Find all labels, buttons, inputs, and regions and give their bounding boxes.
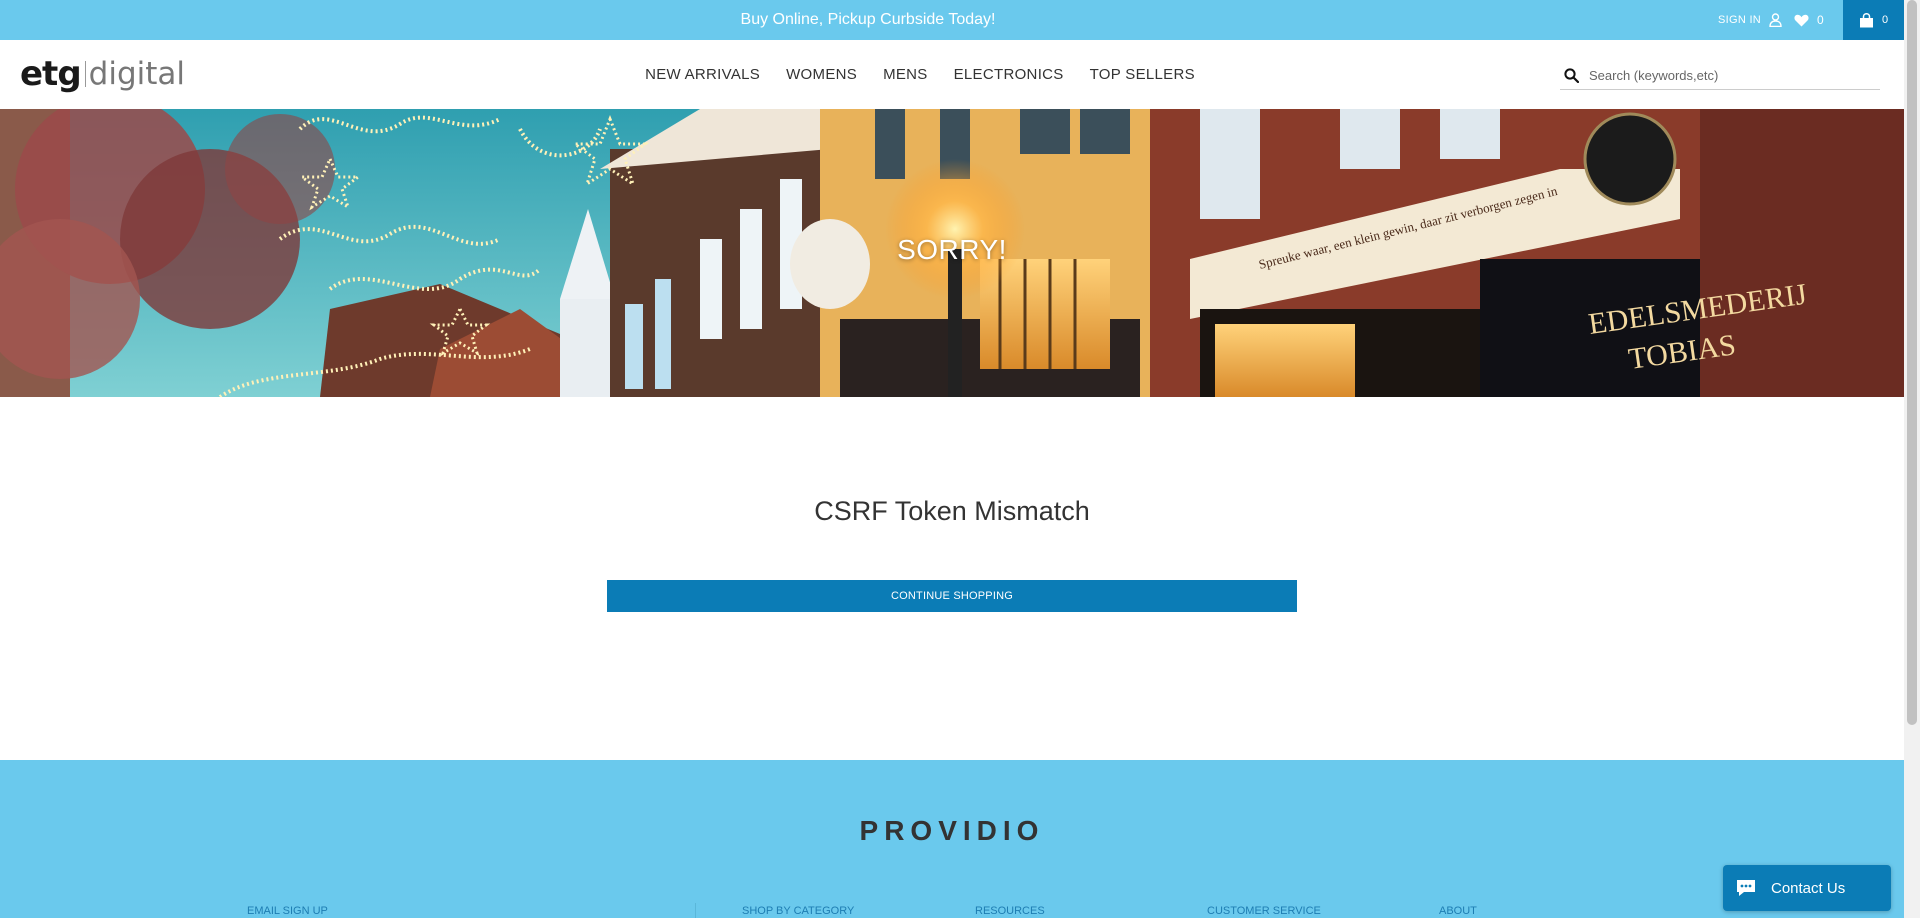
nav-electronics[interactable]: ELECTRONICS bbox=[954, 66, 1064, 83]
logo-mark: etg bbox=[20, 54, 82, 94]
logo-separator bbox=[84, 61, 86, 87]
continue-shopping-button[interactable]: CONTINUE SHOPPING bbox=[607, 580, 1297, 612]
search-input[interactable] bbox=[1589, 68, 1869, 83]
heart-icon bbox=[1794, 14, 1809, 26]
footer-col-email-signup[interactable]: EMAIL SIGN UP bbox=[247, 905, 328, 917]
footer-col-about[interactable]: ABOUT bbox=[1439, 905, 1477, 917]
nav-top-sellers[interactable]: TOP SELLERS bbox=[1090, 66, 1195, 83]
page-title: CSRF Token Mismatch bbox=[814, 496, 1090, 526]
site-logo[interactable]: etg digital bbox=[20, 52, 185, 96]
chat-label: Contact Us bbox=[1771, 879, 1846, 897]
footer-col-resources[interactable]: RESOURCES bbox=[975, 905, 1045, 917]
hero-title: SORRY! bbox=[897, 234, 1007, 265]
search-bar bbox=[1560, 62, 1880, 90]
shopping-bag-icon bbox=[1859, 12, 1873, 27]
contact-us-chat-button[interactable]: Contact Us bbox=[1723, 865, 1891, 911]
footer-brand: PROVIDIO bbox=[859, 815, 1045, 846]
nav-mens[interactable]: MENS bbox=[883, 66, 928, 83]
sign-in-label: SIGN IN bbox=[1718, 14, 1762, 26]
promo-text: Buy Online, Pickup Curbside Today! bbox=[740, 11, 996, 28]
nav-womens[interactable]: WOMENS bbox=[786, 66, 857, 83]
footer-col-customer-service[interactable]: CUSTOMER SERVICE bbox=[1207, 905, 1321, 917]
wishlist-count: 0 bbox=[1817, 13, 1824, 27]
announcement-bar: Buy Online, Pickup Curbside Today! SIGN … bbox=[0, 0, 1904, 40]
cart-button[interactable]: 0 bbox=[1843, 0, 1904, 40]
wishlist-link[interactable]: 0 bbox=[1794, 0, 1824, 40]
footer-divider bbox=[695, 903, 696, 918]
hero-banner: EDELSMEDERIJ TOBIAS Spreuke waar, een kl… bbox=[0, 109, 1904, 397]
nav-new-arrivals[interactable]: NEW ARRIVALS bbox=[645, 66, 760, 83]
scrollbar-thumb[interactable] bbox=[1907, 0, 1917, 725]
cart-count: 0 bbox=[1881, 14, 1889, 26]
footer-col-shop-by-category[interactable]: SHOP BY CATEGORY bbox=[742, 905, 854, 917]
user-icon bbox=[1769, 13, 1782, 27]
logo-word: digital bbox=[88, 56, 186, 92]
site-footer: PROVIDIO EMAIL SIGN UP SHOP BY CATEGORY … bbox=[0, 760, 1904, 918]
sign-in-link[interactable]: SIGN IN bbox=[1718, 0, 1782, 40]
chat-bubble-icon bbox=[1737, 880, 1755, 896]
site-header: etg digital NEW ARRIVALS WOMENS MENS ELE… bbox=[0, 40, 1904, 109]
search-icon[interactable] bbox=[1564, 68, 1579, 83]
